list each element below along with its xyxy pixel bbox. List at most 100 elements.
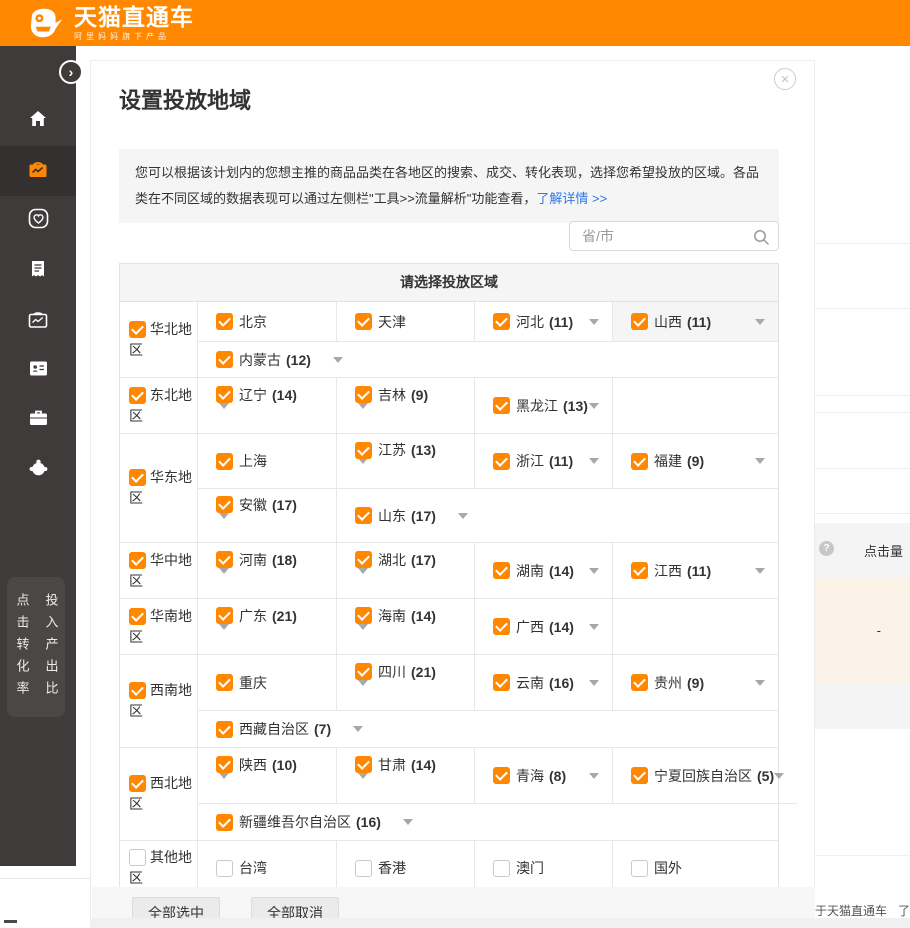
province-cell-河南[interactable]: 河南(18) <box>198 543 336 598</box>
region-cell[interactable]: 华中地区 <box>120 543 198 598</box>
chevron-down-icon[interactable] <box>219 513 229 536</box>
chevron-down-icon[interactable] <box>219 773 229 796</box>
checkbox-checked[interactable] <box>631 562 648 579</box>
checkbox-checked[interactable] <box>216 551 233 568</box>
region-cell[interactable]: 华南地区 <box>120 599 198 654</box>
checkbox-checked[interactable] <box>493 313 510 330</box>
chevron-down-icon[interactable] <box>755 680 765 686</box>
chevron-down-icon[interactable] <box>358 773 368 796</box>
search-input[interactable] <box>570 222 750 250</box>
checkbox-checked[interactable] <box>355 756 372 773</box>
province-cell-甘肃[interactable]: 甘肃(14) <box>336 748 474 803</box>
province-cell-山西[interactable]: 山西(11) <box>612 302 778 341</box>
checkbox-checked[interactable] <box>355 551 372 568</box>
checkbox-checked[interactable] <box>355 386 372 403</box>
checkbox-checked[interactable] <box>216 453 233 470</box>
chevron-down-icon[interactable] <box>358 403 368 426</box>
checkbox-checked[interactable] <box>216 313 233 330</box>
region-cell[interactable]: 西北地区 <box>120 748 198 840</box>
region-cell[interactable]: 东北地区 <box>120 378 198 433</box>
checkbox-checked[interactable] <box>631 674 648 691</box>
checkbox-checked[interactable] <box>493 453 510 470</box>
checkbox-checked[interactable] <box>216 674 233 691</box>
chevron-down-icon[interactable] <box>333 357 343 363</box>
close-icon[interactable]: × <box>774 68 796 90</box>
province-cell-浙江[interactable]: 浙江(11) <box>474 434 612 488</box>
checkbox-unchecked[interactable] <box>216 860 233 877</box>
checkbox-checked[interactable] <box>129 321 146 338</box>
chevron-down-icon[interactable] <box>358 458 368 481</box>
checkbox-checked[interactable] <box>216 386 233 403</box>
checkbox-checked[interactable] <box>355 607 372 624</box>
checkbox-unchecked[interactable] <box>129 849 146 866</box>
checkbox-checked[interactable] <box>216 351 233 368</box>
checkbox-checked[interactable] <box>355 442 372 459</box>
province-cell-上海[interactable]: 上海 <box>198 434 336 488</box>
checkbox-unchecked[interactable] <box>493 860 510 877</box>
chevron-down-icon[interactable] <box>403 819 413 825</box>
checkbox-checked[interactable] <box>129 469 146 486</box>
checkbox-unchecked[interactable] <box>355 860 372 877</box>
province-cell-山东[interactable]: 山东(17) <box>336 489 778 542</box>
province-cell-河北[interactable]: 河北(11) <box>474 302 612 341</box>
chevron-down-icon[interactable] <box>755 319 765 325</box>
chevron-down-icon[interactable] <box>774 773 784 779</box>
province-cell-云南[interactable]: 云南(16) <box>474 655 612 710</box>
chevron-down-icon[interactable] <box>219 624 229 647</box>
chevron-down-icon[interactable] <box>353 726 363 732</box>
checkbox-checked[interactable] <box>631 453 648 470</box>
sidebar-item-favorite-heart-icon[interactable] <box>0 196 76 246</box>
region-cell[interactable]: 华北地区 <box>120 302 198 377</box>
chevron-down-icon[interactable] <box>358 568 368 591</box>
chevron-down-icon[interactable] <box>589 624 599 630</box>
province-cell-安徽[interactable]: 安徽(17) <box>198 489 336 542</box>
province-cell-湖南[interactable]: 湖南(14) <box>474 543 612 598</box>
province-cell-陕西[interactable]: 陕西(10) <box>198 748 336 803</box>
province-cell-西藏自治区[interactable]: 西藏自治区(7) <box>198 711 778 747</box>
sidebar-item-campaign-chart-icon[interactable] <box>0 146 76 196</box>
brand-logo[interactable]: 天猫直通车 阿里妈妈旗下产品 <box>26 4 194 42</box>
chevron-down-icon[interactable] <box>219 568 229 591</box>
chevron-down-icon[interactable] <box>755 458 765 464</box>
sidebar-expand-icon[interactable]: › <box>59 60 83 84</box>
chevron-down-icon[interactable] <box>219 403 229 426</box>
province-cell-广西[interactable]: 广西(14) <box>474 599 612 654</box>
checkbox-checked[interactable] <box>493 674 510 691</box>
checkbox-checked[interactable] <box>493 618 510 635</box>
province-cell-内蒙古[interactable]: 内蒙古(12) <box>198 342 778 377</box>
province-cell-四川[interactable]: 四川(21) <box>336 655 474 710</box>
checkbox-checked[interactable] <box>355 663 372 680</box>
checkbox-checked[interactable] <box>129 552 146 569</box>
checkbox-checked[interactable] <box>493 767 510 784</box>
province-cell-海南[interactable]: 海南(14) <box>336 599 474 654</box>
checkbox-unchecked[interactable] <box>631 860 648 877</box>
region-cell[interactable]: 西南地区 <box>120 655 198 747</box>
checkbox-checked[interactable] <box>129 682 146 699</box>
chevron-down-icon[interactable] <box>589 680 599 686</box>
checkbox-checked[interactable] <box>631 313 648 330</box>
sidebar-item-store-chart-icon[interactable] <box>0 296 76 346</box>
checkbox-checked[interactable] <box>216 721 233 738</box>
checkbox-checked[interactable] <box>129 608 146 625</box>
chevron-down-icon[interactable] <box>589 458 599 464</box>
chevron-down-icon[interactable] <box>458 513 468 519</box>
checkbox-checked[interactable] <box>493 397 510 414</box>
province-cell-北京[interactable]: 北京 <box>198 302 336 341</box>
checkbox-checked[interactable] <box>631 767 648 784</box>
province-cell-福建[interactable]: 福建(9) <box>612 434 778 488</box>
province-cell-广东[interactable]: 广东(21) <box>198 599 336 654</box>
province-cell-湖北[interactable]: 湖北(17) <box>336 543 474 598</box>
chevron-down-icon[interactable] <box>589 319 599 325</box>
checkbox-checked[interactable] <box>216 607 233 624</box>
province-cell-江西[interactable]: 江西(11) <box>612 543 778 598</box>
province-cell-黑龙江[interactable]: 黑龙江(13) <box>474 378 612 433</box>
chevron-down-icon[interactable] <box>358 680 368 703</box>
sidebar-item-member-icon[interactable] <box>0 446 76 496</box>
checkbox-checked[interactable] <box>216 814 233 831</box>
province-cell-重庆[interactable]: 重庆 <box>198 655 336 710</box>
province-cell-吉林[interactable]: 吉林(9) <box>336 378 474 433</box>
province-cell-新疆维吾尔自治区[interactable]: 新疆维吾尔自治区(16) <box>198 804 797 840</box>
sidebar-item-briefcase-icon[interactable] <box>0 396 76 446</box>
province-cell-宁夏回族自治区[interactable]: 宁夏回族自治区(5) <box>612 748 797 803</box>
checkbox-checked[interactable] <box>355 507 372 524</box>
